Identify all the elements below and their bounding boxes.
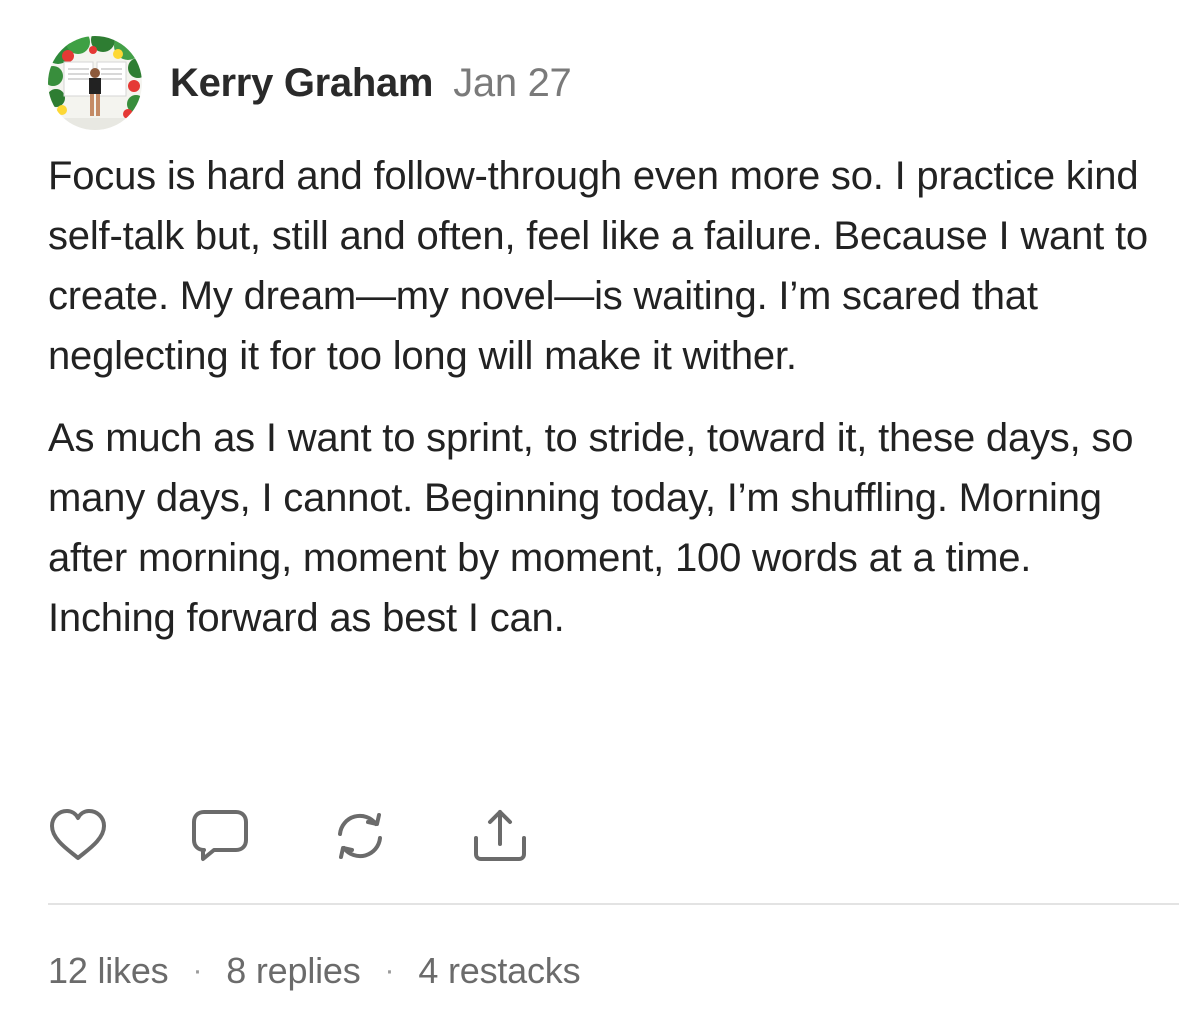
share-icon (474, 810, 526, 861)
separator-dot: · (192, 954, 203, 987)
post-date: Jan 27 (453, 60, 572, 105)
restack-icon (338, 813, 382, 859)
reply-button[interactable] (190, 806, 250, 866)
like-button[interactable] (48, 806, 108, 866)
post-stats: 12 likes · 8 replies · 4 restacks (48, 950, 581, 992)
avatar-photo (48, 36, 142, 130)
post-paragraph: As much as I want to sprint, to stride, … (48, 416, 1134, 640)
post-paragraph: Focus is hard and follow-through even mo… (48, 154, 1148, 378)
author-name[interactable]: Kerry Graham (170, 61, 434, 106)
note-post: Kerry Graham Jan 27 Focus is hard and fo… (0, 0, 1179, 1036)
restacks-count[interactable]: 4 restacks (418, 950, 580, 992)
share-button[interactable] (470, 806, 530, 866)
comment-icon (192, 810, 248, 861)
restack-button[interactable] (330, 806, 390, 866)
action-bar (48, 806, 530, 866)
divider (48, 903, 1179, 905)
post-body: Focus is hard and follow-through even mo… (48, 146, 1158, 648)
heart-icon (50, 809, 106, 860)
post-header: Kerry Graham Jan 27 (48, 36, 572, 130)
replies-count[interactable]: 8 replies (226, 950, 360, 992)
likes-count[interactable]: 12 likes (48, 950, 169, 992)
author-avatar[interactable] (48, 36, 142, 130)
separator-dot: · (384, 954, 395, 987)
